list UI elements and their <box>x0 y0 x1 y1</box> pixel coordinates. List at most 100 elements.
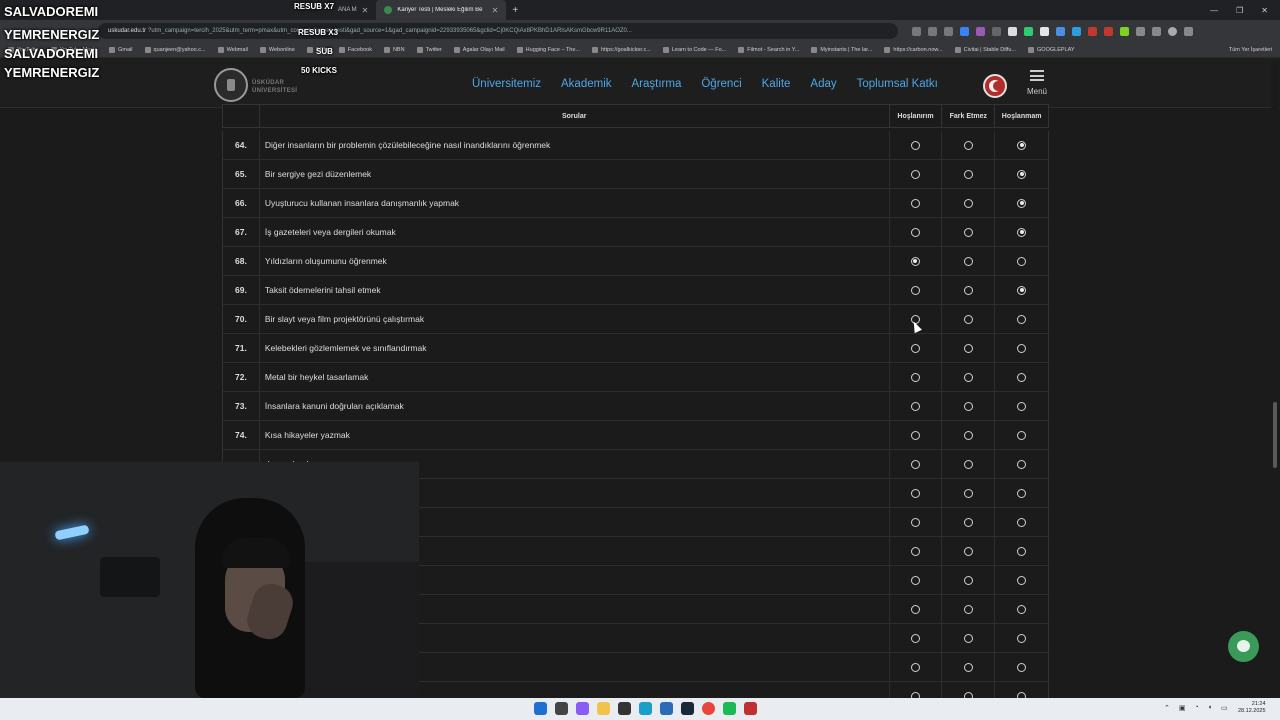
tray-app-icon[interactable]: ▣ <box>1179 704 1186 712</box>
radio-like[interactable] <box>910 546 920 556</box>
tray-chevron-icon[interactable]: ⌃ <box>1164 704 1170 712</box>
radio-like[interactable] <box>910 372 920 382</box>
copilot-icon[interactable] <box>576 702 589 715</box>
install-icon[interactable] <box>928 26 937 36</box>
close-tab-icon[interactable]: ✕ <box>362 6 369 15</box>
volume-icon[interactable]: ◖ <box>1208 704 1212 712</box>
minimize-icon[interactable]: — <box>1210 6 1218 15</box>
radio-dislike[interactable] <box>1017 488 1027 498</box>
extension-icon[interactable] <box>960 26 969 36</box>
extension-icon[interactable] <box>1104 26 1113 36</box>
calculator-icon[interactable] <box>660 702 673 715</box>
language-flag-icon[interactable] <box>983 74 1007 98</box>
radio-dislike[interactable] <box>1017 372 1027 382</box>
bookmark-item[interactable]: https://carbon.now... <box>884 46 943 53</box>
radio-dislike[interactable] <box>1017 662 1027 672</box>
app-icon[interactable] <box>744 702 757 715</box>
radio-like[interactable] <box>910 227 920 237</box>
browser-tab-active[interactable]: Kariyer Testi | Mesleki Eğilim Be ✕ <box>376 0 507 20</box>
radio-dislike[interactable] <box>1017 546 1027 556</box>
terminal-icon[interactable] <box>618 702 631 715</box>
bookmark-item[interactable]: GOOGLEPLAY <box>1028 46 1075 53</box>
radio-like[interactable] <box>910 343 920 353</box>
bookmark-star-icon[interactable] <box>944 26 953 36</box>
radio-like[interactable] <box>910 169 920 179</box>
radio-dislike[interactable] <box>1017 140 1027 150</box>
start-icon[interactable] <box>534 702 547 715</box>
bookmark-item[interactable]: NBN <box>383 46 405 53</box>
bookmark-item[interactable]: Myinstants | The lar... <box>811 46 872 53</box>
radio-indifferent[interactable] <box>963 517 973 527</box>
radio-indifferent[interactable] <box>963 459 973 469</box>
menu-button[interactable]: Menü <box>1025 70 1049 96</box>
radio-indifferent[interactable] <box>963 169 973 179</box>
all-bookmarks-button[interactable]: Tüm Yer İşaretleri <box>1229 47 1272 53</box>
radio-like[interactable] <box>910 517 920 527</box>
radio-dislike[interactable] <box>1017 459 1027 469</box>
extension-icon[interactable] <box>992 26 1001 36</box>
edge-icon[interactable] <box>639 702 652 715</box>
profile-avatar-icon[interactable] <box>1168 26 1177 36</box>
radio-indifferent[interactable] <box>963 314 973 324</box>
radio-like[interactable] <box>910 459 920 469</box>
radio-indifferent[interactable] <box>963 488 973 498</box>
radio-dislike[interactable] <box>1017 343 1027 353</box>
bookmark-item[interactable]: Facebook <box>338 46 372 53</box>
radio-like[interactable] <box>910 633 920 643</box>
nav-item-kalite[interactable]: Kalite <box>754 78 803 90</box>
more-menu-icon[interactable] <box>1184 26 1193 36</box>
close-window-icon[interactable]: ✕ <box>1261 6 1268 15</box>
radio-dislike[interactable] <box>1017 227 1027 237</box>
bookmark-item[interactable]: Filmot - Search in Y... <box>738 46 799 53</box>
bookmark-item[interactable]: https://goalkicker.c... <box>592 46 651 53</box>
extension-icon[interactable] <box>1120 26 1129 36</box>
extension-icon[interactable] <box>976 26 985 36</box>
radio-dislike[interactable] <box>1017 285 1027 295</box>
radio-like[interactable] <box>910 575 920 585</box>
radio-dislike[interactable] <box>1017 256 1027 266</box>
page-scrollbar[interactable] <box>1271 60 1279 696</box>
taskbar-clock[interactable]: 21:24 28.12.2025 <box>1238 701 1266 715</box>
scrollbar-thumb[interactable] <box>1273 402 1277 468</box>
bookmark-item[interactable]: Twitter <box>416 46 442 53</box>
radio-dislike[interactable] <box>1017 169 1027 179</box>
new-tab-icon[interactable]: + <box>506 5 524 16</box>
radio-like[interactable] <box>910 488 920 498</box>
radio-indifferent[interactable] <box>963 662 973 672</box>
radio-indifferent[interactable] <box>963 546 973 556</box>
chat-bubble-icon[interactable] <box>1228 631 1259 662</box>
zoom-icon[interactable] <box>912 26 921 36</box>
download-icon[interactable] <box>1152 26 1161 36</box>
radio-like[interactable] <box>910 662 920 672</box>
nav-item-akademik[interactable]: Akademik <box>553 78 624 90</box>
extension-icon[interactable] <box>1072 26 1081 36</box>
battery-icon[interactable]: ▭ <box>1221 704 1228 712</box>
extensions-puzzle-icon[interactable] <box>1136 26 1145 36</box>
radio-dislike[interactable] <box>1017 517 1027 527</box>
nav-item-ogrenci[interactable]: Öğrenci <box>693 78 753 90</box>
radio-dislike[interactable] <box>1017 430 1027 440</box>
chrome-icon[interactable] <box>702 702 715 715</box>
radio-like[interactable] <box>910 285 920 295</box>
radio-dislike[interactable] <box>1017 314 1027 324</box>
radio-indifferent[interactable] <box>963 575 973 585</box>
radio-like[interactable] <box>910 198 920 208</box>
bookmark-item[interactable]: Learn to Code — Fo... <box>662 46 726 53</box>
radio-indifferent[interactable] <box>963 285 973 295</box>
radio-dislike[interactable] <box>1017 604 1027 614</box>
steam-icon[interactable] <box>681 702 694 715</box>
maximize-icon[interactable]: ❐ <box>1236 6 1243 15</box>
radio-indifferent[interactable] <box>963 372 973 382</box>
close-tab-icon[interactable]: ✕ <box>492 6 499 15</box>
radio-indifferent[interactable] <box>963 604 973 614</box>
radio-dislike[interactable] <box>1017 575 1027 585</box>
network-icon[interactable]: ◔ <box>1195 704 1199 712</box>
nav-item-universitemiz[interactable]: Üniversitemiz <box>464 78 553 90</box>
nav-item-toplumsal-katki[interactable]: Toplumsal Katkı <box>849 78 950 90</box>
spotify-icon[interactable] <box>723 702 736 715</box>
extension-icon[interactable] <box>1056 26 1065 36</box>
radio-like[interactable] <box>910 256 920 266</box>
radio-indifferent[interactable] <box>963 430 973 440</box>
extension-icon[interactable] <box>1040 26 1049 36</box>
radio-dislike[interactable] <box>1017 633 1027 643</box>
